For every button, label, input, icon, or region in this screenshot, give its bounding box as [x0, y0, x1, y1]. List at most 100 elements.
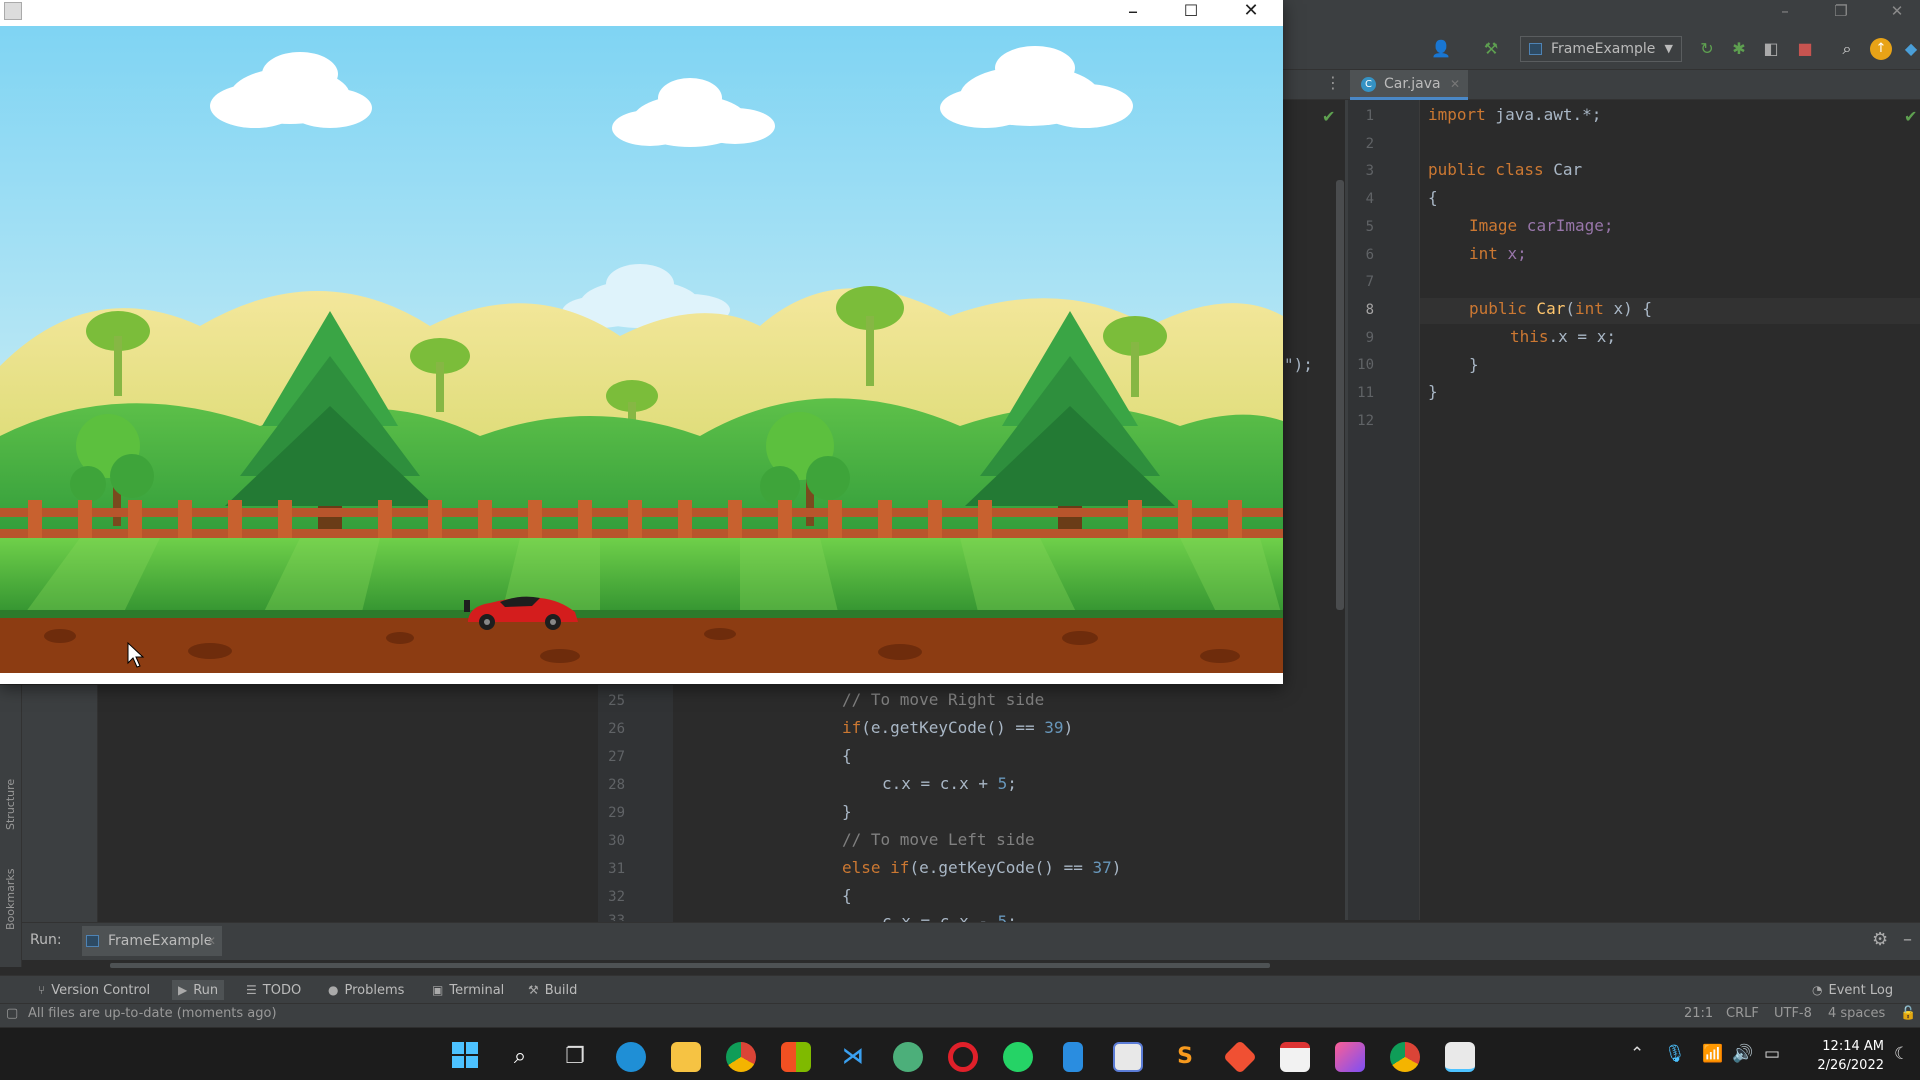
intellij-icon[interactable] [1335, 1042, 1365, 1072]
hammer-icon[interactable]: ⚒ [1480, 38, 1502, 60]
code-text: ; [1007, 774, 1017, 793]
code-line: Image carImage; [1469, 216, 1614, 235]
structure-tool-tab[interactable]: Structure [4, 779, 17, 830]
chevron-up-icon[interactable]: ⌃ [1630, 1044, 1644, 1064]
tool-version-control[interactable]: ⑂ Version Control [38, 980, 150, 1000]
microsoft-store-icon[interactable] [781, 1042, 811, 1072]
tab-car-java[interactable]: C Car.java ✕ [1350, 70, 1468, 100]
project-pane [22, 685, 98, 922]
hide-panel-icon[interactable]: – [1903, 929, 1912, 950]
line-number: 11 [1357, 385, 1374, 401]
coverage-icon[interactable]: ◧ [1760, 38, 1782, 60]
notepad-icon[interactable] [1063, 1042, 1083, 1072]
ide-restore-button[interactable]: ❐ [1826, 2, 1856, 20]
notification-icon[interactable]: ☾ [1894, 1044, 1909, 1064]
stop-icon[interactable]: ■ [1794, 38, 1816, 60]
search-icon[interactable]: ⌕ [1836, 38, 1858, 60]
run-output-scrollbar[interactable] [110, 963, 1270, 968]
event-log-button[interactable]: ◔ Event Log [1812, 980, 1893, 1000]
tool-build[interactable]: ⚒ Build [528, 980, 577, 1000]
code-text: .x = x; [1548, 327, 1616, 346]
function-name: Car [1526, 299, 1566, 318]
ide-close-button[interactable]: ✕ [1882, 2, 1912, 20]
snipping-tool-icon[interactable] [1113, 1042, 1143, 1072]
chrome-icon[interactable] [726, 1042, 756, 1072]
file-encoding[interactable]: UTF-8 [1774, 1006, 1812, 1021]
game-minimize-button[interactable]: – [1110, 0, 1156, 26]
vscode-icon[interactable]: ⋊ [836, 1040, 870, 1074]
kebab-menu-icon[interactable]: ⋮ [1325, 73, 1341, 92]
run-config-label: FrameExample [1551, 41, 1656, 57]
run-config-select[interactable]: FrameExample ▼ [1520, 36, 1682, 62]
close-icon[interactable]: ✕ [1450, 70, 1460, 98]
calendar-app-icon[interactable] [1280, 1042, 1310, 1072]
plugin-icon[interactable]: ◆ [1900, 38, 1920, 60]
browser-globe-icon[interactable] [893, 1042, 923, 1072]
dirt-road [0, 616, 1283, 673]
run-tab-frameexample[interactable]: FrameExample ✕ [82, 926, 222, 956]
code-line: } [1469, 355, 1479, 374]
tool-terminal[interactable]: ▣ Terminal [432, 980, 504, 1000]
edge-icon[interactable] [616, 1042, 646, 1072]
run-tab-label: FrameExample [108, 933, 213, 949]
hammer-icon: ⚒ [528, 983, 539, 997]
game-titlebar: – ☐ ✕ [0, 0, 1283, 26]
grass-field [0, 538, 1283, 620]
code-line: public Car(int x) { [1469, 299, 1652, 318]
keyword: int [1574, 299, 1604, 318]
tool-label: TODO [262, 983, 302, 998]
battery-icon[interactable]: ▭ [1764, 1044, 1780, 1064]
run-label: Run: [30, 932, 62, 948]
file-explorer-icon[interactable] [671, 1042, 701, 1072]
user-icon[interactable]: 👤 [1430, 38, 1452, 60]
game-canvas[interactable] [0, 26, 1283, 673]
close-icon[interactable]: ✕ [206, 926, 216, 956]
gear-icon[interactable]: ⚙ [1872, 929, 1888, 950]
line-separator[interactable]: CRLF [1726, 1006, 1759, 1021]
bookmarks-tool-tab[interactable]: Bookmarks [4, 869, 17, 930]
tool-problems[interactable]: ● Problems [328, 980, 404, 1000]
caret-position[interactable]: 21:1 [1684, 1006, 1713, 1021]
status-message[interactable]: All files are up-to-date (moments ago) [28, 1006, 277, 1021]
status-bar [0, 1003, 1920, 1027]
status-toggle-icon[interactable]: ▢ [6, 1006, 18, 1021]
code-text: c.x = c.x - [882, 912, 998, 922]
lock-icon[interactable]: 🔓 [1900, 1006, 1916, 1021]
update-icon[interactable]: ↑ [1870, 38, 1892, 60]
opera-icon[interactable] [948, 1042, 978, 1072]
microphone-icon[interactable]: 🎙 [1664, 1044, 1686, 1064]
code-text: ; [1007, 912, 1017, 922]
line-number: 33 [608, 913, 625, 921]
code-line: } [842, 802, 852, 821]
sublime-text-icon[interactable]: S [1168, 1040, 1202, 1074]
rerun-icon[interactable]: ↻ [1696, 38, 1718, 60]
game-close-button[interactable]: ✕ [1228, 0, 1274, 26]
tool-run[interactable]: ▶ Run [172, 980, 225, 1000]
field: x; [1497, 244, 1527, 263]
volume-icon[interactable]: 🔊 [1732, 1044, 1753, 1064]
wifi-icon[interactable]: 📶 [1702, 1044, 1723, 1064]
game-maximize-button[interactable]: ☐ [1168, 0, 1214, 26]
line-number: 26 [608, 721, 625, 737]
tool-label: Terminal [449, 983, 505, 998]
config-icon [86, 935, 99, 947]
code-line: } [1428, 382, 1438, 401]
whatsapp-icon[interactable] [1003, 1042, 1033, 1072]
windows-start-icon[interactable] [448, 1040, 482, 1074]
line-number: 12 [1357, 413, 1374, 429]
indent-setting[interactable]: 4 spaces [1828, 1006, 1885, 1021]
clock-time[interactable]: 12:14 AM [1806, 1039, 1884, 1054]
ide-minimize-button[interactable]: – [1770, 2, 1800, 20]
line-number: 28 [608, 777, 625, 793]
code-line: { [842, 746, 852, 765]
java-app-taskbar-icon[interactable] [1445, 1042, 1475, 1072]
debug-icon[interactable]: ✱ [1728, 38, 1750, 60]
play-icon: ▶ [178, 983, 188, 997]
clock-date[interactable]: 2/26/2022 [1796, 1058, 1884, 1073]
code-text: c.x = c.x + [882, 774, 998, 793]
search-icon[interactable]: ⌕ [503, 1040, 537, 1074]
task-view-icon[interactable]: ❐ [558, 1040, 592, 1074]
list-icon: ☰ [246, 983, 257, 997]
chrome-profile-icon[interactable] [1390, 1042, 1420, 1072]
tool-todo[interactable]: ☰ TODO [246, 980, 301, 1000]
